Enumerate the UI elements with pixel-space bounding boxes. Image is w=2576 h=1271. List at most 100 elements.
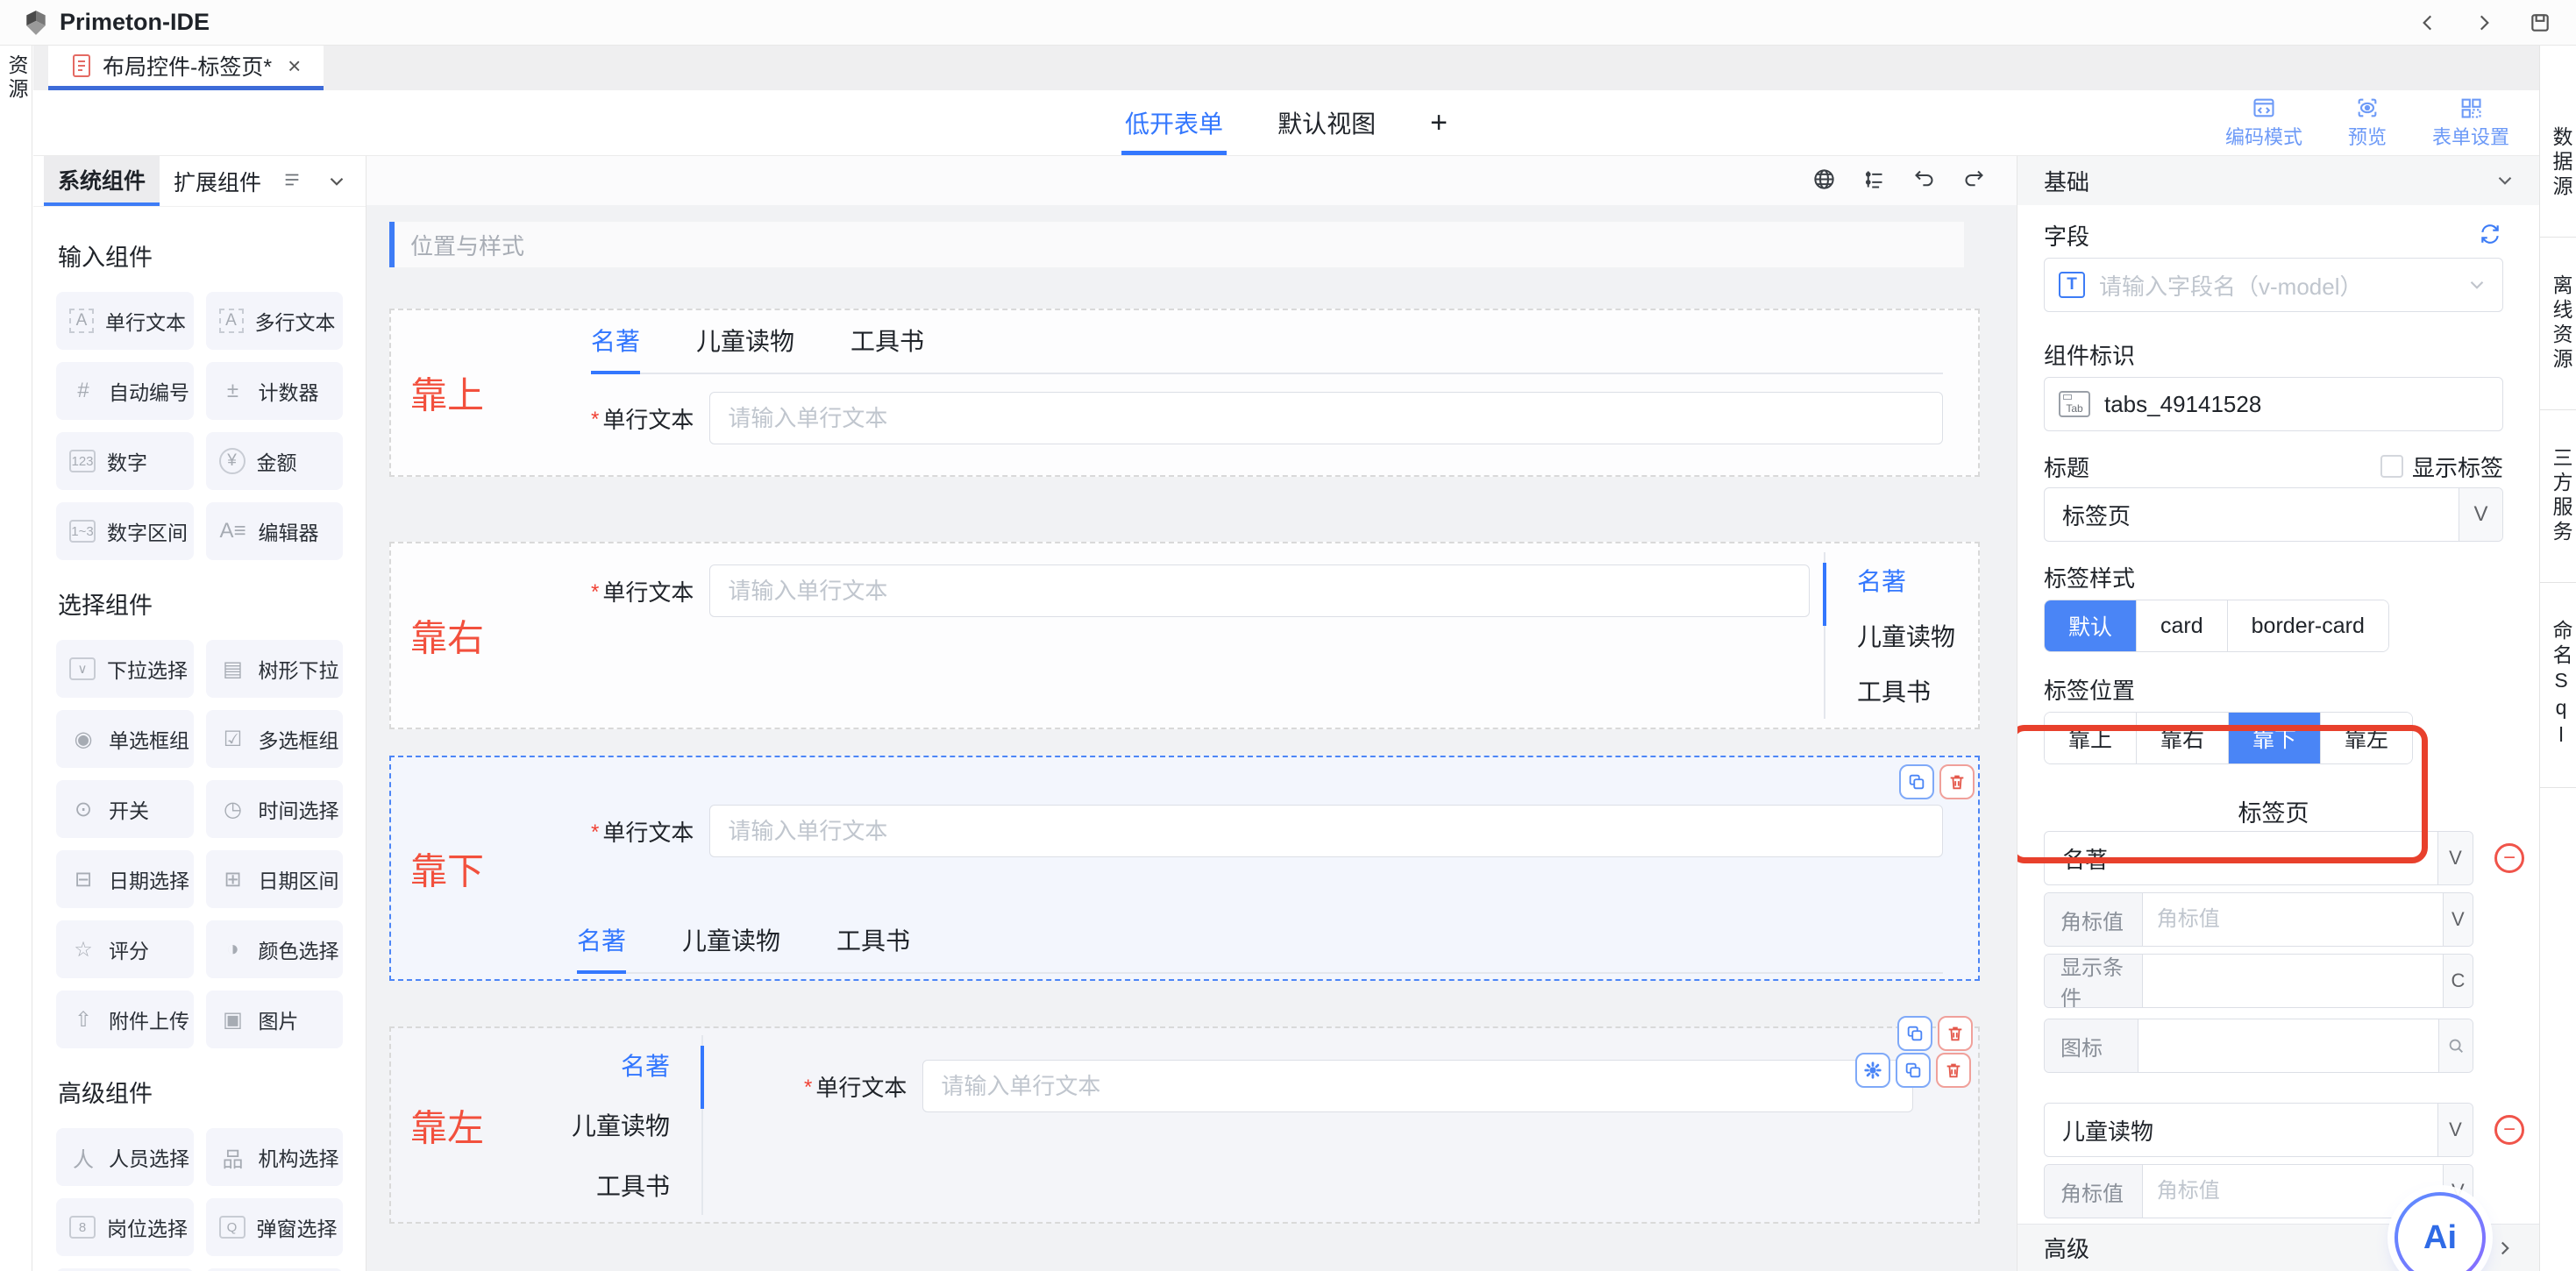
canvas-tab[interactable]: 名著 xyxy=(591,323,640,373)
tabs-demo-top[interactable]: 靠上 名著 儿童读物 工具书 *单行文本 xyxy=(389,309,1980,477)
show-label-toggle[interactable]: 显示标签 xyxy=(2380,451,2503,483)
canvas-tab[interactable]: 儿童读物 xyxy=(1857,607,1978,663)
redo-icon[interactable] xyxy=(1962,167,1989,194)
category-list-icon[interactable] xyxy=(282,170,305,193)
canvas-tab[interactable]: 工具书 xyxy=(850,323,924,373)
refresh-icon[interactable] xyxy=(2479,223,2503,247)
component-id-field[interactable]: Tab tabs_49141528 xyxy=(2044,377,2503,431)
condition-input[interactable] xyxy=(2143,955,2443,1007)
palette-item[interactable]: 1~3 数字区间 xyxy=(56,502,194,560)
tabs-demo-left[interactable]: 靠左 名著 儿童读物 工具书 *单行文本 xyxy=(389,1026,1980,1224)
field-settings-gear-button[interactable] xyxy=(1855,1053,1890,1088)
palette-collapse-icon[interactable] xyxy=(325,170,348,193)
icon-input[interactable] xyxy=(2138,1019,2438,1072)
palette-item[interactable]: ▤ 树形下拉 xyxy=(206,640,344,698)
position-option-left[interactable]: 靠左 xyxy=(2321,713,2412,763)
palette-item[interactable]: ◉ 单选框组 xyxy=(56,710,194,768)
palette-item[interactable]: ☑ 多选框组 xyxy=(206,710,344,768)
palette-item[interactable]: # 自动编号 xyxy=(56,362,194,420)
tabs-demo-bottom-selected[interactable]: 靠下 *单行文本 名著 儿童读物 工具书 xyxy=(389,756,1980,981)
nav-forward-icon[interactable] xyxy=(2471,10,2497,36)
canvas-tab[interactable]: 名著 xyxy=(1857,552,1978,607)
show-label-checkbox[interactable] xyxy=(2380,455,2403,478)
canvas-tab[interactable]: 名著 xyxy=(621,1035,670,1095)
palette-item[interactable]: ± 计数器 xyxy=(206,362,344,420)
close-tab-icon[interactable]: × xyxy=(288,53,301,80)
style-option-border-card[interactable]: border-card xyxy=(2228,600,2388,651)
delete-field-button[interactable] xyxy=(1936,1053,1971,1088)
delete-component-button[interactable] xyxy=(1939,764,1975,799)
right-rail-item[interactable]: 离线资源 xyxy=(2540,238,2576,410)
palette-item[interactable]: ∨ 下拉选择 xyxy=(56,640,194,698)
outline-tree-icon[interactable] xyxy=(1862,167,1889,194)
position-option-bottom[interactable]: 靠下 xyxy=(2229,713,2321,763)
style-option-default[interactable]: 默认 xyxy=(2045,600,2137,651)
canvas-tab[interactable]: 名著 xyxy=(577,922,626,972)
right-rail-item[interactable]: 命名Sql xyxy=(2540,583,2576,788)
remove-tab-item-button[interactable]: − xyxy=(2494,1115,2524,1145)
basic-section-header[interactable]: 基础 xyxy=(2017,156,2539,205)
canvas-tab[interactable]: 工具书 xyxy=(836,922,910,972)
palette-item[interactable]: ⇧ 附件上传 xyxy=(56,991,194,1048)
i18n-globe-icon[interactable] xyxy=(1812,167,1839,194)
badge-input[interactable] xyxy=(2143,893,2443,946)
palette-item[interactable]: 品 机构选择 xyxy=(206,1128,344,1186)
search-icon[interactable] xyxy=(2438,1019,2473,1072)
copy-container-button[interactable] xyxy=(1897,1016,1932,1051)
preview-button[interactable]: 预览 xyxy=(2348,96,2387,150)
code-mode-button[interactable]: 编码模式 xyxy=(2225,96,2302,150)
add-view-button[interactable]: + xyxy=(1430,106,1448,140)
single-line-text-input[interactable] xyxy=(709,392,1943,444)
palette-item[interactable]: ¥ 金额 xyxy=(206,432,344,490)
palette-item[interactable]: 123 数字 xyxy=(56,432,194,490)
copy-field-button[interactable] xyxy=(1896,1053,1931,1088)
tab-item-name-input[interactable] xyxy=(2045,832,2437,884)
tabs-demo-right[interactable]: 靠右 *单行文本 名著 儿童读物 工具书 xyxy=(389,542,1980,729)
bind-variable-toggle[interactable]: V xyxy=(2443,893,2473,946)
palette-item[interactable]: ⊞ 日期区间 xyxy=(206,850,344,908)
field-binding-select[interactable]: T 请输入字段名（v-model） xyxy=(2044,258,2503,312)
canvas-tab[interactable]: 儿童读物 xyxy=(572,1095,670,1154)
palette-item[interactable]: ◷ 时间选择 xyxy=(206,780,344,838)
palette-item[interactable]: A 多行文本 xyxy=(206,292,344,350)
single-line-text-input[interactable] xyxy=(922,1060,1913,1112)
palette-item[interactable]: Q 弹窗选择 xyxy=(206,1198,344,1256)
palette-item[interactable]: ◑ 颜色选择 xyxy=(206,920,344,978)
save-icon[interactable] xyxy=(2527,10,2553,36)
palette-item[interactable]: 8 岗位选择 xyxy=(56,1198,194,1256)
right-rail-item[interactable]: 三方服务 xyxy=(2540,410,2576,583)
tab-low-code-form[interactable]: 低开表单 xyxy=(1125,90,1223,155)
canvas-tab[interactable]: 工具书 xyxy=(596,1155,670,1215)
form-settings-button[interactable]: 表单设置 xyxy=(2432,96,2509,150)
tab-system-components[interactable]: 系统组件 xyxy=(44,156,160,206)
copy-component-button[interactable] xyxy=(1899,764,1934,799)
title-input[interactable] xyxy=(2045,488,2459,541)
condition-code-toggle[interactable]: C xyxy=(2443,955,2473,1007)
palette-item[interactable]: A≡ 编辑器 xyxy=(206,502,344,560)
bind-variable-toggle[interactable]: V xyxy=(2459,488,2502,541)
position-option-top[interactable]: 靠上 xyxy=(2045,713,2137,763)
canvas-tab[interactable]: 儿童读物 xyxy=(682,922,780,972)
delete-container-button[interactable] xyxy=(1938,1016,1973,1051)
single-line-text-input[interactable] xyxy=(709,805,1943,857)
canvas-tab[interactable]: 儿童读物 xyxy=(696,323,794,373)
bind-variable-toggle[interactable]: V xyxy=(2437,832,2473,884)
canvas-tab[interactable]: 工具书 xyxy=(1857,664,1978,719)
single-line-text-input[interactable] xyxy=(709,564,1810,617)
tab-extension-components[interactable]: 扩展组件 xyxy=(160,156,275,206)
palette-item[interactable]: ⊙ 开关 xyxy=(56,780,194,838)
style-option-card[interactable]: card xyxy=(2137,600,2228,651)
document-tab[interactable]: 布局控件-标签页* × xyxy=(48,46,324,90)
tab-default-view[interactable]: 默认视图 xyxy=(1277,90,1376,155)
palette-item[interactable]: ⊟ 日期选择 xyxy=(56,850,194,908)
undo-icon[interactable] xyxy=(1912,167,1939,194)
bind-variable-toggle[interactable]: V xyxy=(2437,1104,2473,1156)
palette-item[interactable]: A 单行文本 xyxy=(56,292,194,350)
palette-item[interactable]: 人 人员选择 xyxy=(56,1128,194,1186)
position-option-right[interactable]: 靠右 xyxy=(2137,713,2229,763)
palette-item[interactable]: ☆ 评分 xyxy=(56,920,194,978)
palette-item[interactable]: ▣ 图片 xyxy=(206,991,344,1048)
right-rail-item[interactable]: 数据源 xyxy=(2540,89,2576,238)
badge-input[interactable] xyxy=(2143,1165,2443,1218)
resources-rail-item[interactable]: 资源 xyxy=(0,54,32,102)
